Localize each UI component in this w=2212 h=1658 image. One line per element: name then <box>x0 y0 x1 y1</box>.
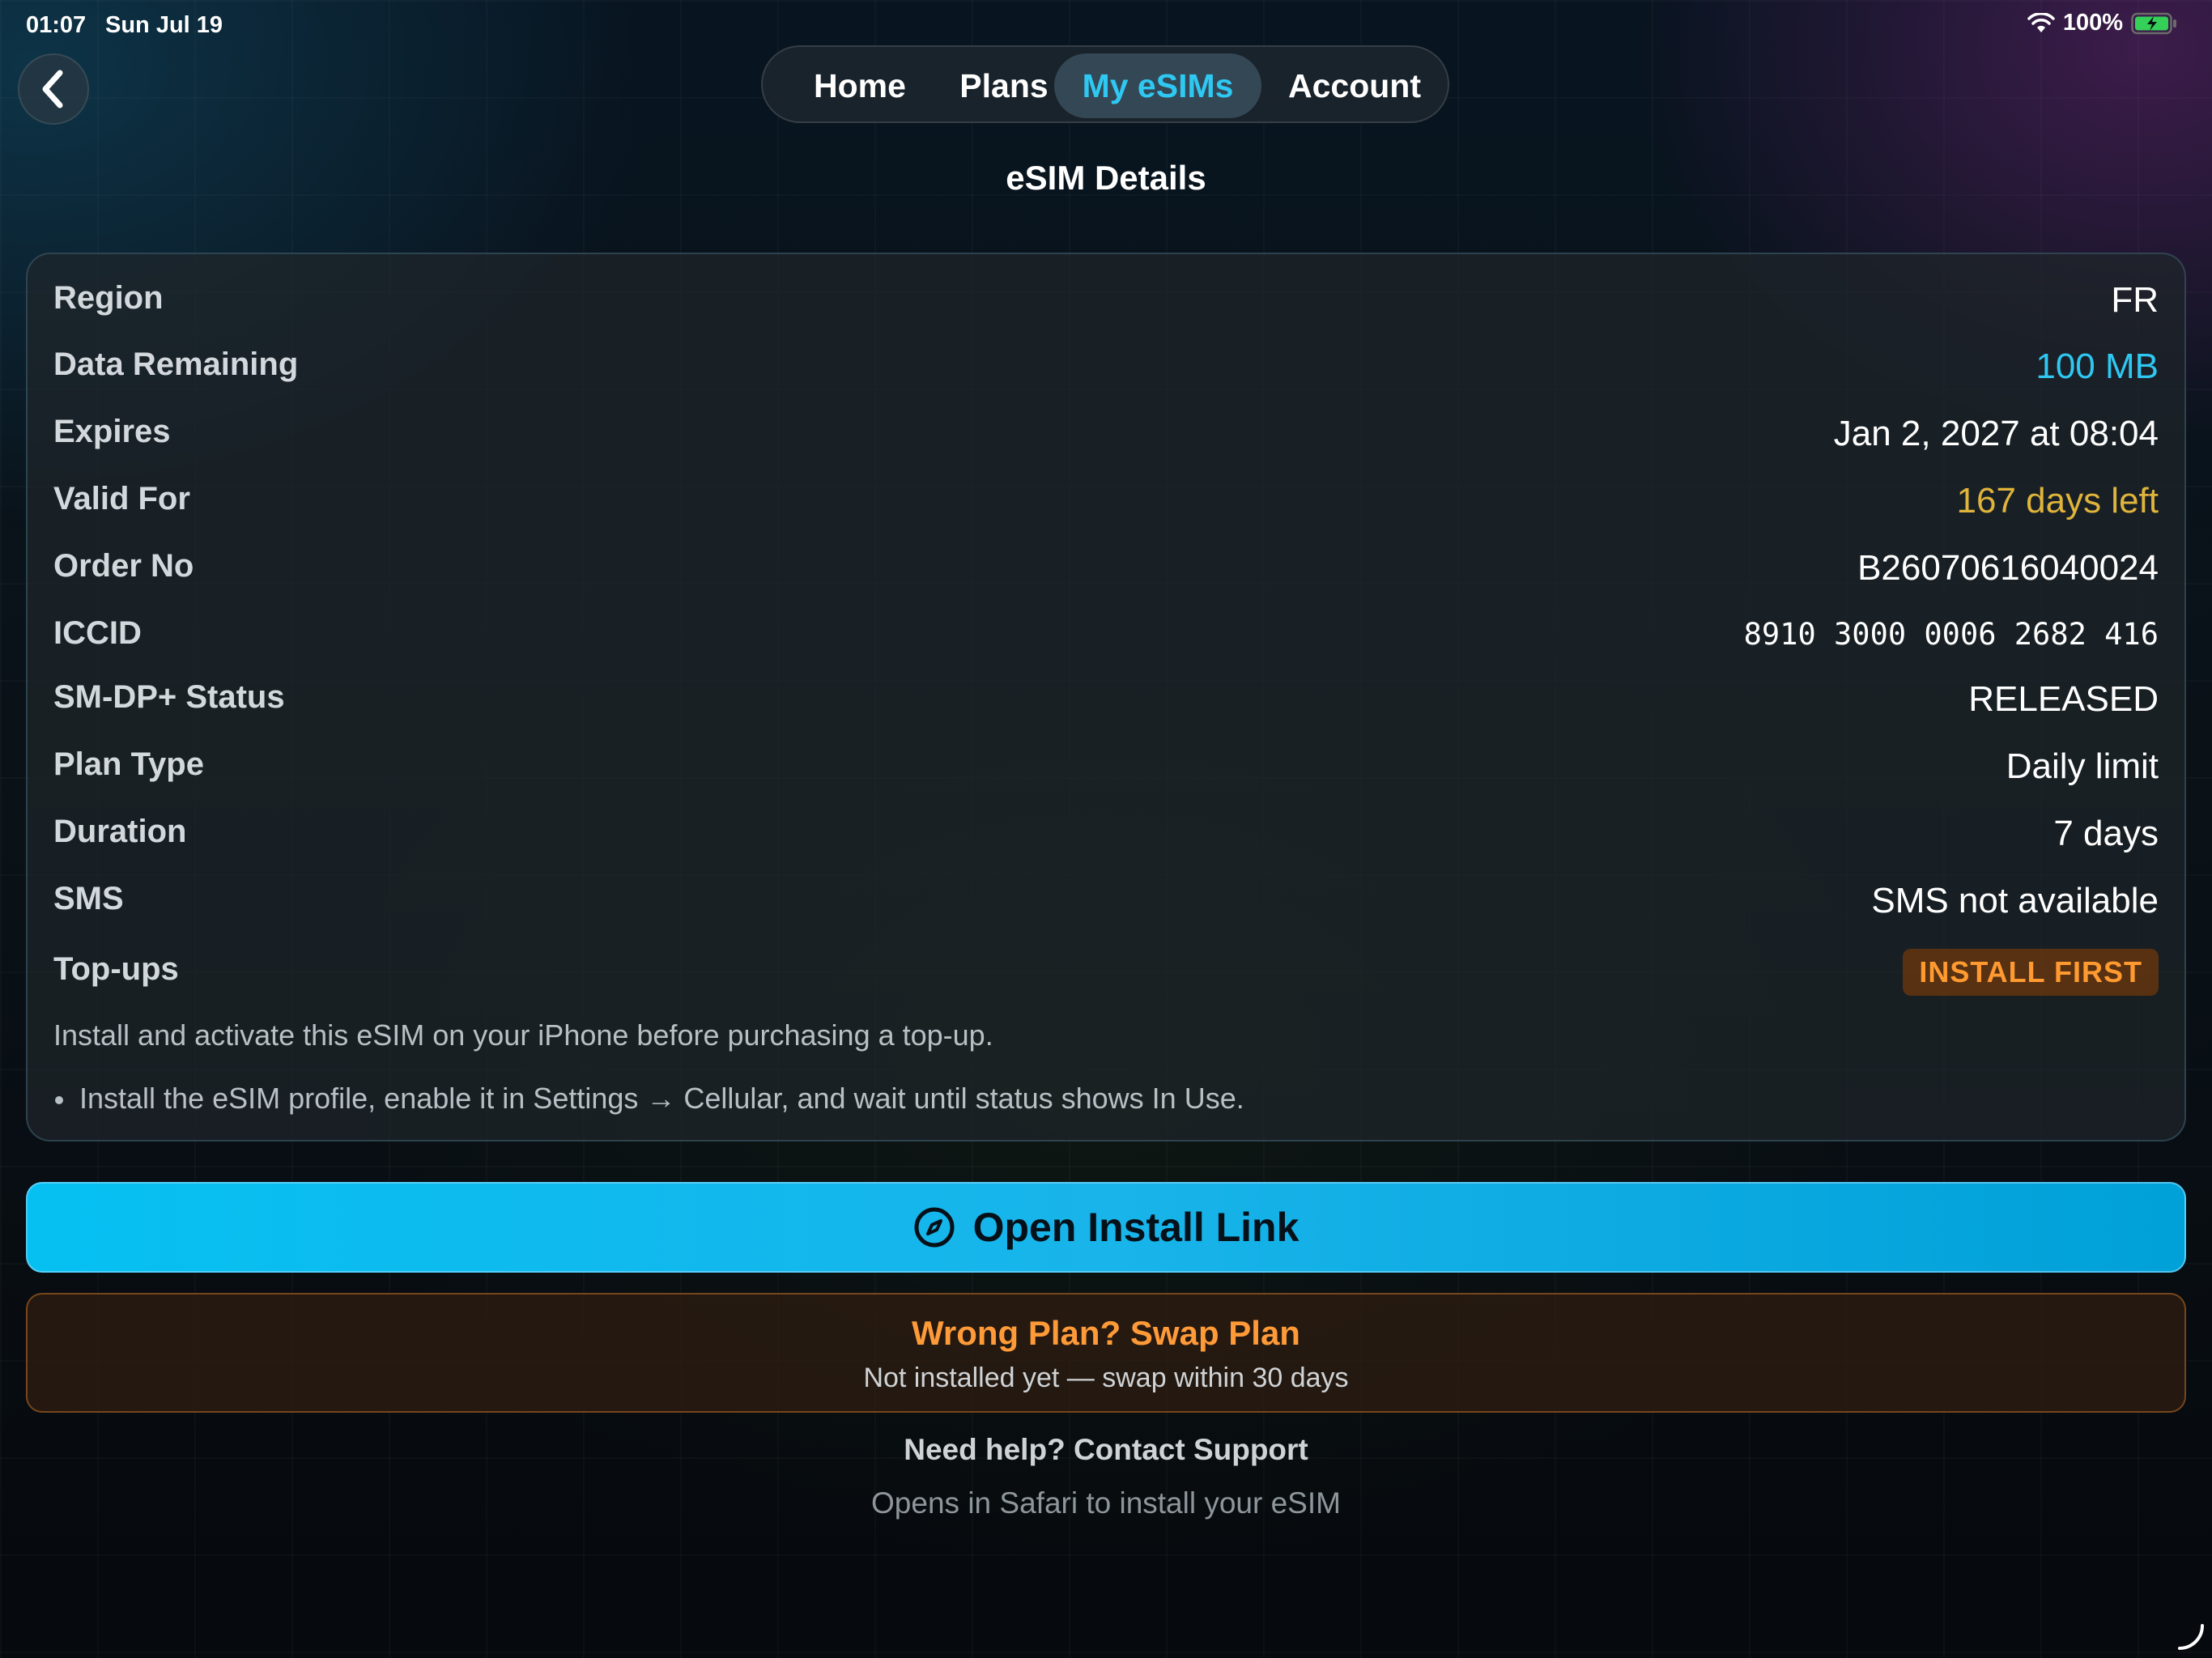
region-value: FR <box>2111 280 2159 320</box>
tab-plans[interactable]: Plans <box>939 53 1069 118</box>
sm-dp-status-label: SM-DP+ Status <box>53 679 285 715</box>
sms-label: SMS <box>53 881 124 916</box>
swap-plan-button[interactable]: Wrong Plan? Swap Plan Not installed yet … <box>26 1293 2186 1413</box>
status-indicators: 100% <box>2027 10 2178 36</box>
swap-plan-subtitle: Not installed yet — swap within 30 days <box>863 1363 1349 1393</box>
duration-label: Duration <box>53 814 187 849</box>
contact-support-link[interactable]: Need help? Contact Support <box>0 1433 2212 1467</box>
region-label: Region <box>53 280 164 316</box>
iccid-label: ICCID <box>53 615 142 651</box>
compass-icon <box>914 1207 955 1248</box>
top-ups-label: Top-ups <box>53 951 179 987</box>
resize-handle-icon <box>2178 1624 2204 1650</box>
tab-account[interactable]: Account <box>1270 53 1440 118</box>
details-card: Region FR Data Remaining 100 MB Expires … <box>26 253 2186 1141</box>
page-title: eSIM Details <box>1006 159 1206 197</box>
tab-my-esims[interactable]: My eSIMs <box>1054 53 1261 118</box>
order-no-value: B26070616040024 <box>1857 548 2159 588</box>
data-remaining-value: 100 MB <box>2035 346 2159 386</box>
expires-label: Expires <box>53 414 171 449</box>
status-bar: 01:07 Sun Jul 19 100% <box>0 0 2212 50</box>
plan-type-value: Daily limit <box>2006 746 2159 786</box>
valid-for-label: Valid For <box>53 481 190 517</box>
install-instructions: Install the eSIM profile, enable it in S… <box>79 1082 1244 1115</box>
status-date: Sun Jul 19 <box>105 12 223 38</box>
install-first-badge: INSTALL FIRST <box>1903 949 2159 996</box>
top-up-note: Install and activate this eSIM on your i… <box>53 1018 993 1052</box>
bullet-dot <box>55 1096 63 1104</box>
open-install-link-button[interactable]: Open Install Link <box>26 1182 2186 1273</box>
battery-charging-icon <box>2131 12 2176 34</box>
safari-note: Opens in Safari to install your eSIM <box>871 1486 1341 1520</box>
battery-percentage: 100% <box>2062 10 2123 36</box>
sms-value: SMS not available <box>1871 881 2159 920</box>
wifi-icon <box>2027 12 2055 32</box>
valid-for-value: 167 days left <box>1956 481 2159 521</box>
nav-tabs: Home Plans My eSIMs Account <box>761 45 1449 123</box>
chevron-left-icon <box>42 70 63 108</box>
install-button-label: Open Install Link <box>972 1205 1300 1250</box>
data-remaining-label: Data Remaining <box>53 346 299 382</box>
swap-plan-title: Wrong Plan? Swap Plan <box>912 1314 1300 1352</box>
expires-value: Jan 2, 2027 at 08:04 <box>1833 414 2159 453</box>
back-button[interactable] <box>18 53 89 125</box>
plan-type-label: Plan Type <box>53 746 204 782</box>
order-no-label: Order No <box>53 548 194 584</box>
duration-value: 7 days <box>2053 814 2159 853</box>
iccid-value: 8910 3000 0006 2682 416 <box>1743 617 2159 652</box>
tab-home[interactable]: Home <box>787 53 933 118</box>
status-time: 01:07 <box>26 12 87 38</box>
sm-dp-status-value: RELEASED <box>1968 679 2159 719</box>
